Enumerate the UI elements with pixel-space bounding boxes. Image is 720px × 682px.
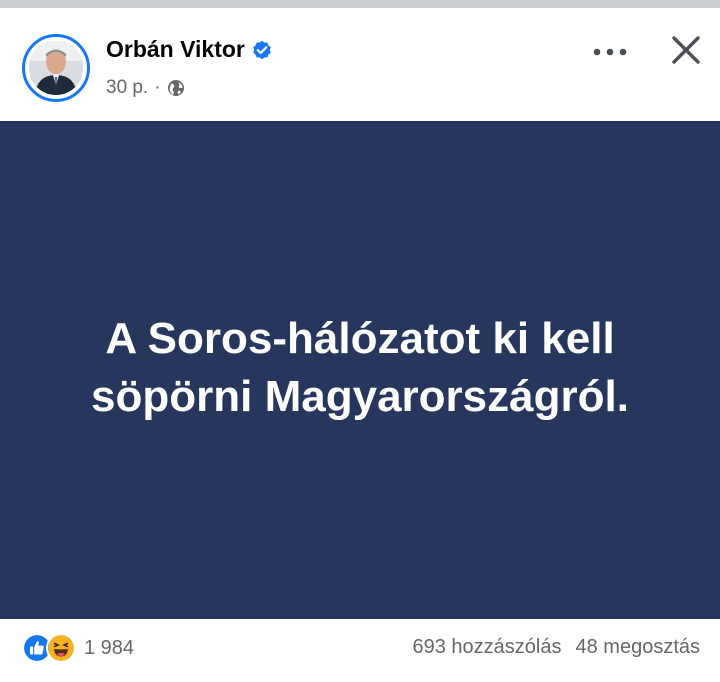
post-footer: 1 984 693 hozzászólás 48 megosztás [0,619,720,682]
more-options-button[interactable] [590,38,630,66]
comments-count-link[interactable]: 693 hozzászólás [413,636,562,659]
reaction-count: 1 984 [84,636,135,659]
post-header: Orbán Viktor 30 p. · [0,8,720,121]
post-image-text: A Soros-hálózatot ki kell söpörni Magyar… [91,313,629,421]
verified-badge-icon [253,40,271,59]
meta-separator: · [154,77,161,98]
haha-icon [46,633,76,663]
globe-icon[interactable] [167,79,185,97]
post-time[interactable]: 30 p. [106,77,148,99]
reactions-summary[interactable]: 1 984 [22,633,134,663]
avatar-photo [29,41,83,95]
post-image[interactable]: A Soros-hálózatot ki kell söpörni Magyar… [0,121,720,619]
more-icon [593,48,627,56]
shares-count-link[interactable]: 48 megosztás [575,636,700,659]
close-icon [672,36,700,64]
top-strip [0,0,720,8]
author-name[interactable]: Orbán Viktor [106,36,245,63]
close-button[interactable] [664,28,708,72]
avatar[interactable] [22,34,90,102]
post-stats: 693 hozzászólás 48 megosztás [413,636,701,659]
